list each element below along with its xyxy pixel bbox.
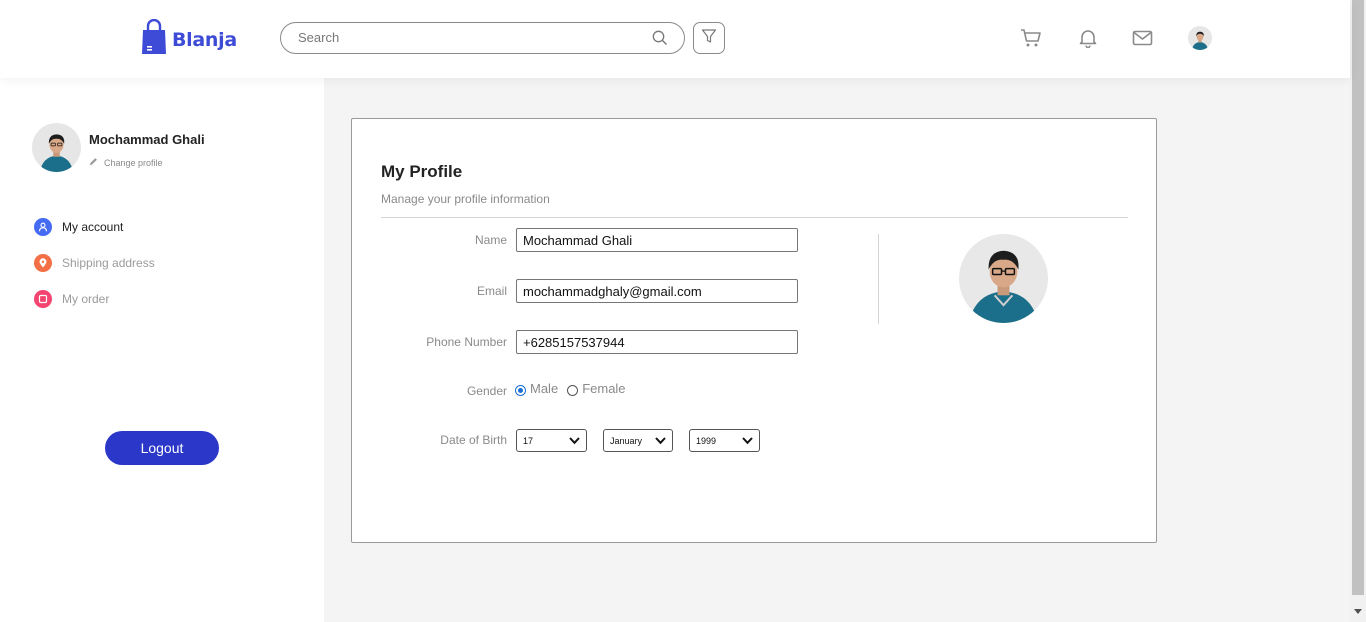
- clipboard-icon: [34, 290, 52, 308]
- sidebar: Mochammad Ghali Change profile My accoun…: [0, 78, 324, 622]
- dob-month-value: January: [610, 435, 643, 446]
- chevron-down-icon: [655, 436, 666, 447]
- gender-label: Gender: [466, 384, 507, 398]
- change-profile-label: Change profile: [104, 157, 163, 168]
- profile-photo[interactable]: [959, 234, 1048, 323]
- dob-year-value: 1999: [696, 435, 717, 446]
- vertical-divider: [878, 234, 879, 324]
- sidebar-item-my-order[interactable]: My order: [34, 290, 155, 308]
- header-avatar[interactable]: [1188, 26, 1212, 50]
- search-input[interactable]: [298, 30, 638, 45]
- gender-female-label: Female: [582, 381, 626, 396]
- bell-icon[interactable]: [1078, 28, 1098, 53]
- gender-radio-group: Male Female: [515, 381, 626, 396]
- dob-day-value: 17: [523, 435, 534, 446]
- sidebar-item-shipping-address[interactable]: Shipping address: [34, 254, 155, 272]
- sidebar-avatar: [32, 123, 81, 172]
- gender-male-radio[interactable]: [515, 384, 526, 396]
- change-profile-link[interactable]: Change profile: [89, 157, 163, 168]
- map-pin-icon: [34, 254, 52, 272]
- shopping-bag-icon: [141, 18, 167, 61]
- page-subtitle: Manage your profile information: [381, 192, 550, 206]
- mail-icon[interactable]: [1132, 28, 1153, 53]
- name-label: Name: [474, 233, 507, 247]
- logo[interactable]: Blanja: [141, 18, 237, 61]
- dob-month-select[interactable]: January: [603, 429, 673, 452]
- search-bar: [280, 22, 685, 54]
- gender-female-radio[interactable]: [567, 384, 579, 396]
- dob-label: Date of Birth: [440, 433, 507, 447]
- search-icon[interactable]: [652, 30, 668, 51]
- sidebar-item-label: My account: [62, 220, 124, 234]
- filter-icon: [701, 28, 717, 49]
- cart-icon[interactable]: [1020, 28, 1042, 53]
- phone-field[interactable]: [516, 330, 798, 354]
- sidebar-nav: My account Shipping address My order: [34, 218, 155, 326]
- phone-label: Phone Number: [426, 335, 507, 349]
- scroll-down-arrow-icon[interactable]: [1354, 609, 1362, 614]
- sidebar-user-name: Mochammad Ghali: [89, 132, 205, 147]
- gender-male-label: Male: [530, 381, 559, 396]
- user-icon: [34, 218, 52, 236]
- logo-text: Blanja: [172, 29, 237, 51]
- sidebar-item-my-account[interactable]: My account: [34, 218, 155, 236]
- profile-card: My Profile Manage your profile informati…: [351, 118, 1157, 543]
- email-label: Email: [476, 284, 507, 298]
- top-navbar: Blanja: [0, 0, 1350, 78]
- divider: [381, 217, 1128, 218]
- filter-button[interactable]: [693, 22, 725, 54]
- sidebar-item-label: My order: [62, 292, 110, 306]
- scrollbar-thumb[interactable]: [1352, 0, 1364, 595]
- page-scrollbar[interactable]: [1350, 0, 1366, 622]
- sidebar-item-label: Shipping address: [62, 256, 155, 270]
- chevron-down-icon: [569, 436, 580, 447]
- dob-day-select[interactable]: 17: [516, 429, 587, 452]
- name-field[interactable]: [516, 228, 798, 252]
- chevron-down-icon: [742, 436, 753, 447]
- logout-button[interactable]: Logout: [105, 431, 219, 465]
- pencil-icon: [89, 157, 98, 168]
- email-field[interactable]: [516, 279, 798, 303]
- page-title: My Profile: [381, 162, 463, 181]
- dob-year-select[interactable]: 1999: [689, 429, 760, 452]
